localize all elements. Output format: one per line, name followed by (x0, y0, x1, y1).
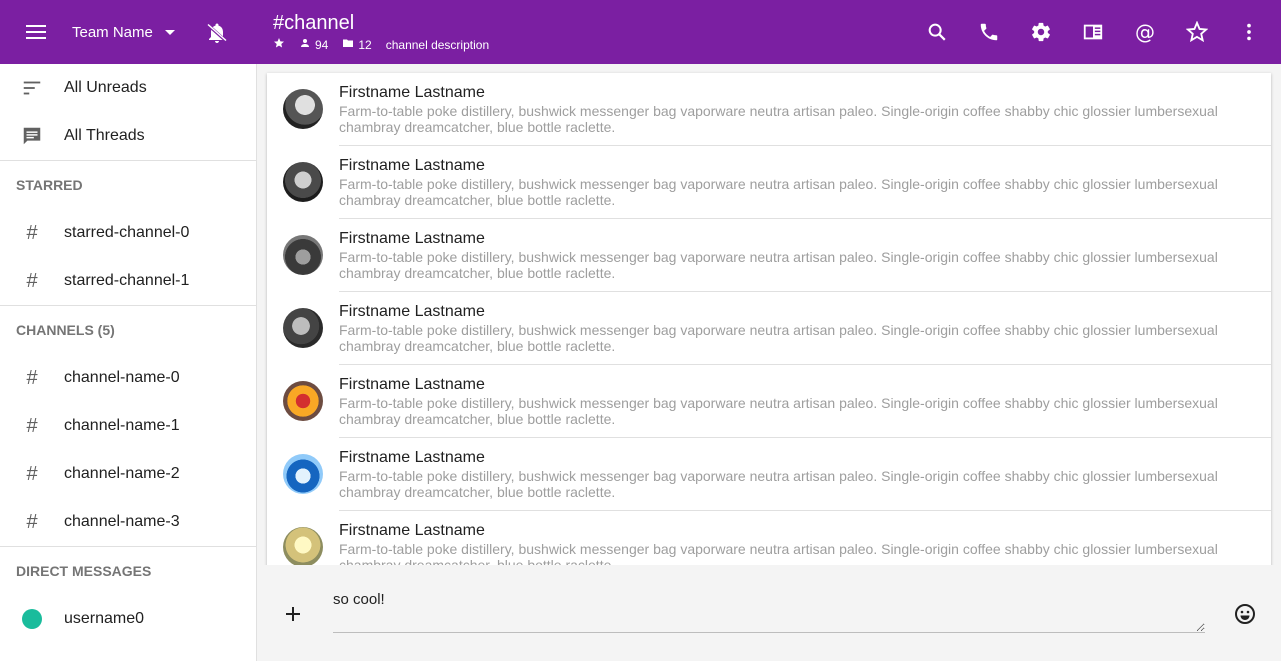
sidebar-item-all-unreads[interactable]: All Unreads (0, 64, 256, 112)
message-author[interactable]: Firstname Lastname (339, 522, 1271, 540)
direct-messages-heading: DIRECT MESSAGES (16, 563, 152, 579)
top-app-bar: Team Name #channel 94 12 channel descrip… (0, 0, 1281, 64)
avatar[interactable] (283, 454, 323, 494)
sidebar-item-label: channel-name-3 (64, 513, 180, 530)
message-body: Firstname Lastname Farm-to-table poke dis… (339, 219, 1271, 292)
message-author[interactable]: Firstname Lastname (339, 230, 1271, 248)
avatar[interactable] (283, 308, 323, 348)
member-count: 94 (315, 37, 329, 52)
sidebar-item-label: starred-channel-0 (64, 224, 190, 241)
message-text: Farm-to-table poke distillery, bushwick … (339, 541, 1218, 565)
hash-icon: # (26, 462, 38, 485)
message-list[interactable]: Firstname Lastname Farm-to-table poke dis… (267, 73, 1271, 565)
message-author[interactable]: Firstname Lastname (339, 84, 1271, 102)
sidebar-item-channel-name-3[interactable]: # channel-name-3 (0, 498, 256, 546)
sidebar: All Unreads All Threads STARRED # starre… (0, 64, 257, 661)
channel-description: channel description (385, 37, 490, 52)
message-body: Firstname Lastname Farm-to-table poke dis… (339, 511, 1271, 565)
sidebar-item-label: channel-name-2 (64, 465, 180, 482)
message-item[interactable]: Firstname Lastname Farm-to-table poke dis… (267, 511, 1271, 565)
message-text: Farm-to-table poke distillery, bushwick … (339, 176, 1218, 208)
notifications-off-icon[interactable] (205, 21, 229, 45)
star-outline-icon[interactable] (1185, 20, 1209, 44)
message-item[interactable]: Firstname Lastname Farm-to-table poke dis… (267, 292, 1271, 365)
hamburger-menu-icon[interactable] (20, 20, 52, 44)
message-item[interactable]: Firstname Lastname Farm-to-table poke dis… (267, 73, 1271, 146)
message-body: Firstname Lastname Farm-to-table poke dis… (339, 146, 1271, 219)
top-actions: @ (925, 20, 1261, 44)
star-icon[interactable] (273, 37, 285, 52)
team-switcher[interactable]: Team Name (72, 20, 175, 44)
avatar[interactable] (283, 235, 323, 275)
hash-icon: # (26, 366, 38, 389)
sidebar-item-channel-name-0[interactable]: # channel-name-0 (0, 354, 256, 402)
gear-icon[interactable] (1029, 20, 1053, 44)
phone-icon[interactable] (977, 20, 1001, 44)
message-author[interactable]: Firstname Lastname (339, 303, 1271, 321)
sidebar-item-label: channel-name-0 (64, 369, 180, 386)
channel-meta: 94 12 channel description (273, 37, 489, 52)
message-text: Farm-to-table poke distillery, bushwick … (339, 322, 1218, 354)
hash-icon: # (26, 510, 38, 533)
more-vert-icon[interactable] (1237, 20, 1261, 44)
message-item[interactable]: Firstname Lastname Farm-to-table poke dis… (267, 219, 1271, 292)
message-composer (257, 565, 1281, 661)
sidebar-item-channel-name-1[interactable]: # channel-name-1 (0, 402, 256, 450)
chat-icon (20, 124, 44, 148)
message-text: Farm-to-table poke distillery, bushwick … (339, 103, 1218, 135)
message-body: Firstname Lastname Farm-to-table poke dis… (339, 438, 1271, 511)
chevron-down-icon (164, 29, 175, 35)
message-author[interactable]: Firstname Lastname (339, 157, 1271, 175)
sidebar-item-label: username0 (64, 610, 145, 627)
members-icon (299, 37, 311, 52)
message-item[interactable]: Firstname Lastname Farm-to-table poke dis… (267, 438, 1271, 511)
message-body: Firstname Lastname Farm-to-table poke dis… (339, 73, 1271, 146)
avatar[interactable] (283, 527, 323, 565)
status-dot (22, 609, 42, 629)
search-icon[interactable] (925, 20, 949, 44)
file-count: 12 (358, 37, 372, 52)
channel-title: #channel (273, 12, 355, 34)
avatar[interactable] (283, 162, 323, 202)
sidebar-item-label: channel-name-1 (64, 417, 180, 434)
message-text: Farm-to-table poke distillery, bushwick … (339, 395, 1218, 427)
message-text: Farm-to-table poke distillery, bushwick … (339, 249, 1218, 281)
channels-heading: CHANNELS (5) (16, 322, 115, 338)
message-author[interactable]: Firstname Lastname (339, 376, 1271, 394)
message-body: Firstname Lastname Farm-to-table poke dis… (339, 365, 1271, 438)
sidebar-panel-icon[interactable] (1081, 20, 1105, 44)
sidebar-item-username0[interactable]: username0 (0, 595, 256, 643)
message-text: Farm-to-table poke distillery, bushwick … (339, 468, 1218, 500)
message-area: Firstname Lastname Farm-to-table poke dis… (257, 64, 1281, 565)
hash-icon: # (26, 221, 38, 244)
add-icon[interactable] (281, 602, 305, 626)
message-item[interactable]: Firstname Lastname Farm-to-table poke dis… (267, 146, 1271, 219)
message-body: Firstname Lastname Farm-to-table poke dis… (339, 292, 1271, 365)
avatar[interactable] (283, 381, 323, 421)
emoji-icon[interactable] (1233, 602, 1257, 626)
sidebar-item-label: starred-channel-1 (64, 272, 190, 289)
presence-status-icon (20, 607, 44, 631)
starred-heading: STARRED (16, 177, 83, 193)
message-item[interactable]: Firstname Lastname Farm-to-table poke dis… (267, 365, 1271, 438)
sort-icon (20, 76, 44, 100)
folder-icon (342, 37, 354, 52)
message-input[interactable] (333, 591, 1205, 633)
message-author[interactable]: Firstname Lastname (339, 449, 1271, 467)
sidebar-item-starred-channel-0[interactable]: # starred-channel-0 (0, 209, 256, 257)
sidebar-item-label: All Threads (64, 127, 145, 144)
sidebar-item-starred-channel-1[interactable]: # starred-channel-1 (0, 257, 256, 305)
hash-icon: # (26, 269, 38, 292)
hash-icon: # (26, 414, 38, 437)
sidebar-item-channel-name-2[interactable]: # channel-name-2 (0, 450, 256, 498)
sidebar-item-all-threads[interactable]: All Threads (0, 112, 256, 160)
sidebar-item-label: All Unreads (64, 79, 147, 96)
team-name: Team Name (72, 23, 153, 41)
at-mention-icon[interactable]: @ (1133, 20, 1157, 44)
avatar[interactable] (283, 89, 323, 129)
